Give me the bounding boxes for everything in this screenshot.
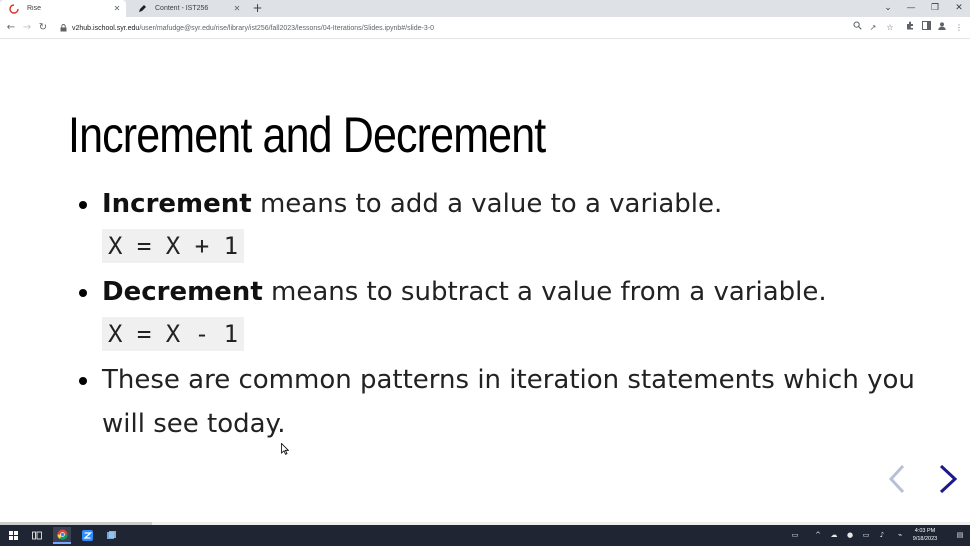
bookmark-star-icon[interactable]: ☆ — [883, 21, 897, 35]
extensions-puzzle-icon[interactable] — [903, 21, 917, 35]
address-bar[interactable]: v2hub.ischool.syr.edu/user/mafudge@syr.e… — [58, 20, 948, 36]
lock-icon[interactable] — [58, 23, 68, 33]
clock-time: 4:03 PM — [914, 528, 936, 534]
back-arrow-icon[interactable]: ← — [4, 21, 18, 35]
keyboard-icon[interactable]: ▭ — [789, 530, 801, 540]
term-decrement: Decrement — [102, 277, 263, 307]
tab-title: Rise — [27, 5, 42, 12]
tab-title: Content - IST256 — [155, 5, 209, 12]
show-hidden-icons-chevron[interactable]: ^ — [813, 530, 823, 540]
bullet-decrement: Decrement means to subtract a value from… — [75, 270, 915, 314]
bullet-text: These are common patterns in iteration s… — [102, 365, 915, 439]
clock-date: 9/18/2023 — [912, 536, 938, 542]
bullet-patterns: These are common patterns in iteration s… — [75, 358, 915, 446]
zoom-taskbar-icon[interactable] — [78, 527, 96, 544]
new-tab-plus-icon[interactable]: + — [251, 2, 264, 15]
forward-arrow-icon[interactable]: → — [20, 21, 34, 35]
bullet-dot — [79, 201, 87, 209]
side-panel-icon[interactable] — [919, 21, 933, 35]
code-decrement: X = X - 1 — [102, 317, 245, 351]
code-increment: X = X + 1 — [102, 229, 245, 263]
notification-icon[interactable]: ▤ — [955, 530, 965, 540]
volume-icon[interactable]: ♪ — [877, 530, 887, 540]
bullet-dot — [79, 289, 87, 297]
profile-avatar-icon[interactable] — [935, 21, 949, 35]
onedrive-cloud-icon[interactable]: ☁ — [829, 530, 839, 540]
windows-taskbar: ▭ ^ ☁ ● ▭ ♪ ⌁ 4:03 PM 9/18/2023 ▤ — [0, 525, 970, 546]
bullet-text: means to add a value to a variable. — [251, 189, 723, 219]
bullet-list: Increment means to add a value to a vari… — [75, 182, 915, 446]
windows-start-icon[interactable] — [4, 527, 22, 544]
reload-icon[interactable]: ↻ — [36, 21, 50, 35]
pen-icon — [136, 3, 148, 15]
kebab-menu-icon[interactable]: ⋮ — [952, 21, 966, 35]
app-stack-icon[interactable] — [102, 527, 120, 544]
tab-rise[interactable]: Rise ✕ — [0, 0, 126, 17]
taskbar-clock[interactable]: 4:03 PM 9/18/2023 — [908, 527, 942, 543]
minimize-icon[interactable]: — — [900, 0, 922, 17]
zoom-icon[interactable] — [850, 21, 864, 35]
url-host: v2hub.ischool.syr.edu — [72, 24, 140, 32]
microphone-icon[interactable]: ● — [845, 530, 855, 540]
bullet-text: means to subtract a value from a variabl… — [262, 277, 827, 307]
close-window-icon[interactable]: ✕ — [948, 0, 970, 17]
slide-title: Increment and Decrement — [68, 107, 546, 163]
next-slide-arrow-icon[interactable] — [935, 462, 961, 496]
tab-close-icon[interactable]: ✕ — [112, 4, 122, 14]
loading-spinner-icon — [8, 3, 20, 15]
url-path: /user/mafudge@syr.edu/rise/library/ist25… — [139, 24, 434, 32]
share-icon[interactable]: ↗ — [866, 21, 880, 35]
slide: Increment and Decrement Increment means … — [0, 39, 970, 522]
tab-close-icon[interactable]: ✕ — [232, 4, 242, 14]
monitor-icon[interactable]: ▭ — [861, 530, 871, 540]
bullet-increment: Increment means to add a value to a vari… — [75, 182, 915, 226]
chrome-taskbar-icon[interactable] — [53, 527, 71, 544]
maximize-icon[interactable]: ❐ — [924, 0, 946, 17]
browser-toolbar: ← → ↻ v2hub.ischool.syr.edu/user/mafudge… — [0, 17, 970, 39]
tab-strip: Rise ✕ Content - IST256 ✕ + ⌄ — ❐ ✕ — [0, 0, 970, 17]
task-view-icon[interactable] — [28, 527, 46, 544]
network-icon[interactable]: ⌁ — [895, 530, 905, 540]
term-increment: Increment — [102, 189, 252, 219]
tab-search-chevron-icon[interactable]: ⌄ — [877, 0, 899, 17]
previous-slide-arrow-icon[interactable] — [885, 462, 911, 496]
mouse-cursor-icon — [281, 440, 290, 455]
bullet-dot — [79, 377, 87, 385]
tab-content-ist256[interactable]: Content - IST256 ✕ — [128, 0, 246, 17]
